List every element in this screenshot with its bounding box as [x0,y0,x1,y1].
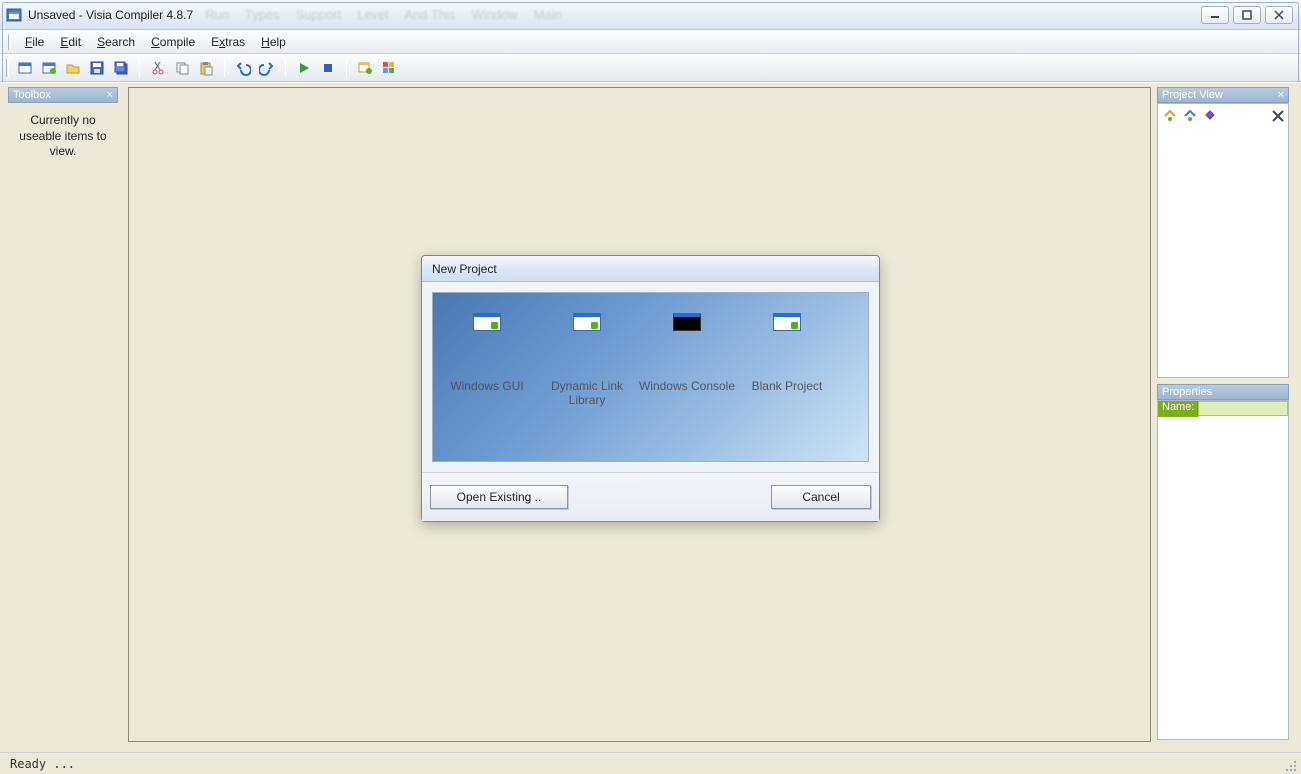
property-name-value[interactable] [1198,401,1288,416]
cancel-button[interactable]: Cancel [771,485,871,509]
template-blank-project[interactable]: Blank Project [737,313,837,393]
template-label: Dynamic Link Library [537,379,637,408]
toolbox-close-icon[interactable]: × [107,89,113,101]
project-view-titleclose-icon[interactable]: × [1278,89,1284,101]
toolbox-title-text: Toolbox [13,89,51,101]
template-label: Blank Project [752,379,823,393]
project-view-title: Project View × [1157,87,1289,103]
status-text: Ready ... [10,757,75,771]
resize-grip-icon[interactable] [1283,758,1297,772]
template-windows-gui[interactable]: Windows GUI [437,313,537,393]
properties-title-text: Properties [1162,386,1212,398]
property-name-label: Name: [1158,401,1198,417]
project-view-panel: Project View × [1157,87,1289,378]
toolbox-empty-text: Currently no useable items to view. [8,103,118,170]
template-label: Windows GUI [450,379,523,393]
new-project-dialog: New Project Windows GUI Dynamic Link Lib… [421,255,880,522]
toolbox-panel: Toolbox × Currently no useable items to … [8,87,118,170]
project-view-title-text: Project View [1162,89,1223,101]
template-pane: Windows GUI Dynamic Link Library Windows… [432,292,869,462]
dialog-title: New Project [422,256,879,282]
statusbar: Ready ... [0,752,1301,774]
shadow-menu: RunTypesSupportLevelAnd ThisWindowMain [205,7,562,22]
properties-title: Properties [1157,384,1289,400]
pv-tool-1-icon[interactable] [1162,108,1178,124]
pv-tool-2-icon[interactable] [1182,108,1198,124]
client-area: Toolbox × Currently no useable items to … [0,82,1301,752]
template-windows-console[interactable]: Windows Console [637,313,737,393]
template-dll[interactable]: Dynamic Link Library [537,313,637,408]
pv-tool-3-icon[interactable] [1202,108,1218,124]
template-label: Windows Console [639,379,735,393]
toolbox-title: Toolbox × [8,87,118,103]
properties-panel: Properties Name: [1157,384,1289,740]
open-existing-button[interactable]: Open Existing .. [430,485,568,509]
project-view-close-icon[interactable] [1272,110,1284,122]
